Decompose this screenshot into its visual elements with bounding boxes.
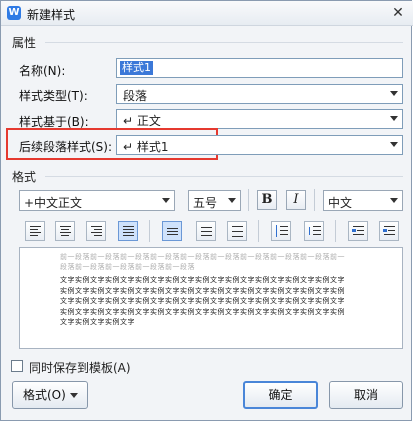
- name-input-value: 样式1: [120, 61, 153, 75]
- divider: [258, 220, 259, 242]
- font-size-value: 五号: [193, 196, 218, 210]
- decrease-indent-icon[interactable]: [348, 221, 368, 241]
- next-style-label: 后续段落样式(S):: [19, 140, 113, 154]
- font-select[interactable]: +中文正文: [19, 190, 175, 211]
- script-value: 中文: [328, 196, 353, 210]
- chevron-down-icon: [228, 198, 236, 203]
- chevron-down-icon: [390, 142, 398, 147]
- based-on-select[interactable]: ↵ 正文: [116, 109, 403, 129]
- align-left-icon[interactable]: [25, 221, 45, 241]
- format-menu-button[interactable]: 格式(O): [12, 381, 88, 409]
- chevron-down-icon: [70, 393, 78, 398]
- divider: [248, 189, 249, 211]
- one-half-spacing-icon[interactable]: [196, 221, 216, 241]
- preview-sample-text: 文字实例文字实例文字实例文字实例文字实例文字实例文字实例文字实例文字实例文字实例…: [60, 276, 345, 326]
- font-value: +中文正文: [24, 196, 83, 210]
- align-right-icon[interactable]: [86, 221, 106, 241]
- add-to-template-checkbox[interactable]: [11, 360, 23, 372]
- next-style-value: ↵ 样式1: [123, 140, 169, 154]
- wps-app-icon: W: [7, 6, 21, 20]
- double-spacing-icon[interactable]: [227, 221, 247, 241]
- script-select[interactable]: 中文: [323, 190, 403, 211]
- name-input[interactable]: 样式1: [116, 58, 403, 78]
- align-center-icon[interactable]: [55, 221, 75, 241]
- cancel-button[interactable]: 取消: [329, 381, 403, 409]
- ok-button[interactable]: 确定: [243, 381, 318, 409]
- based-on-value: ↵ 正文: [123, 114, 161, 128]
- preview-previous-paragraph: 前一段落前一段落前一段落前一段落前一段落前一段落前一段落前一段落前一段落前一段落…: [60, 253, 345, 271]
- section-properties: 属性: [12, 36, 37, 50]
- name-label: 名称(N):: [19, 64, 66, 78]
- chevron-down-icon: [390, 91, 398, 96]
- chevron-down-icon: [390, 116, 398, 121]
- style-type-label: 样式类型(T):: [19, 89, 88, 103]
- font-size-select[interactable]: 五号: [188, 190, 241, 211]
- dialog-title: 新建样式: [27, 8, 76, 22]
- justify-icon[interactable]: [118, 221, 138, 241]
- style-preview: 前一段落前一段落前一段落前一段落前一段落前一段落前一段落前一段落前一段落前一段落…: [19, 247, 403, 349]
- divider: [149, 220, 150, 242]
- decrease-para-spacing-icon[interactable]: [304, 221, 324, 241]
- increase-para-spacing-icon[interactable]: [271, 221, 291, 241]
- chevron-down-icon: [390, 198, 398, 203]
- chevron-down-icon: [162, 198, 170, 203]
- divider: [335, 220, 336, 242]
- next-style-select[interactable]: ↵ 样式1: [116, 135, 403, 155]
- format-button-label: 格式(O): [23, 388, 66, 402]
- divider: [45, 42, 403, 43]
- italic-button[interactable]: I: [286, 190, 306, 210]
- divider: [314, 189, 315, 211]
- single-spacing-icon[interactable]: [162, 221, 182, 241]
- add-to-template-label: 同时保存到模板(A): [29, 361, 131, 375]
- new-style-dialog: W 新建样式 ✕ 属性 名称(N): 样式1 样式类型(T): 段落 样式基于(…: [0, 0, 413, 421]
- section-format: 格式: [12, 170, 37, 184]
- close-icon[interactable]: ✕: [387, 4, 409, 22]
- increase-indent-icon[interactable]: [379, 221, 399, 241]
- bold-button[interactable]: B: [257, 190, 277, 210]
- style-type-value: 段落: [123, 89, 148, 103]
- title-bar: W 新建样式 ✕: [1, 1, 413, 26]
- style-type-select[interactable]: 段落: [116, 84, 403, 104]
- divider: [45, 176, 403, 177]
